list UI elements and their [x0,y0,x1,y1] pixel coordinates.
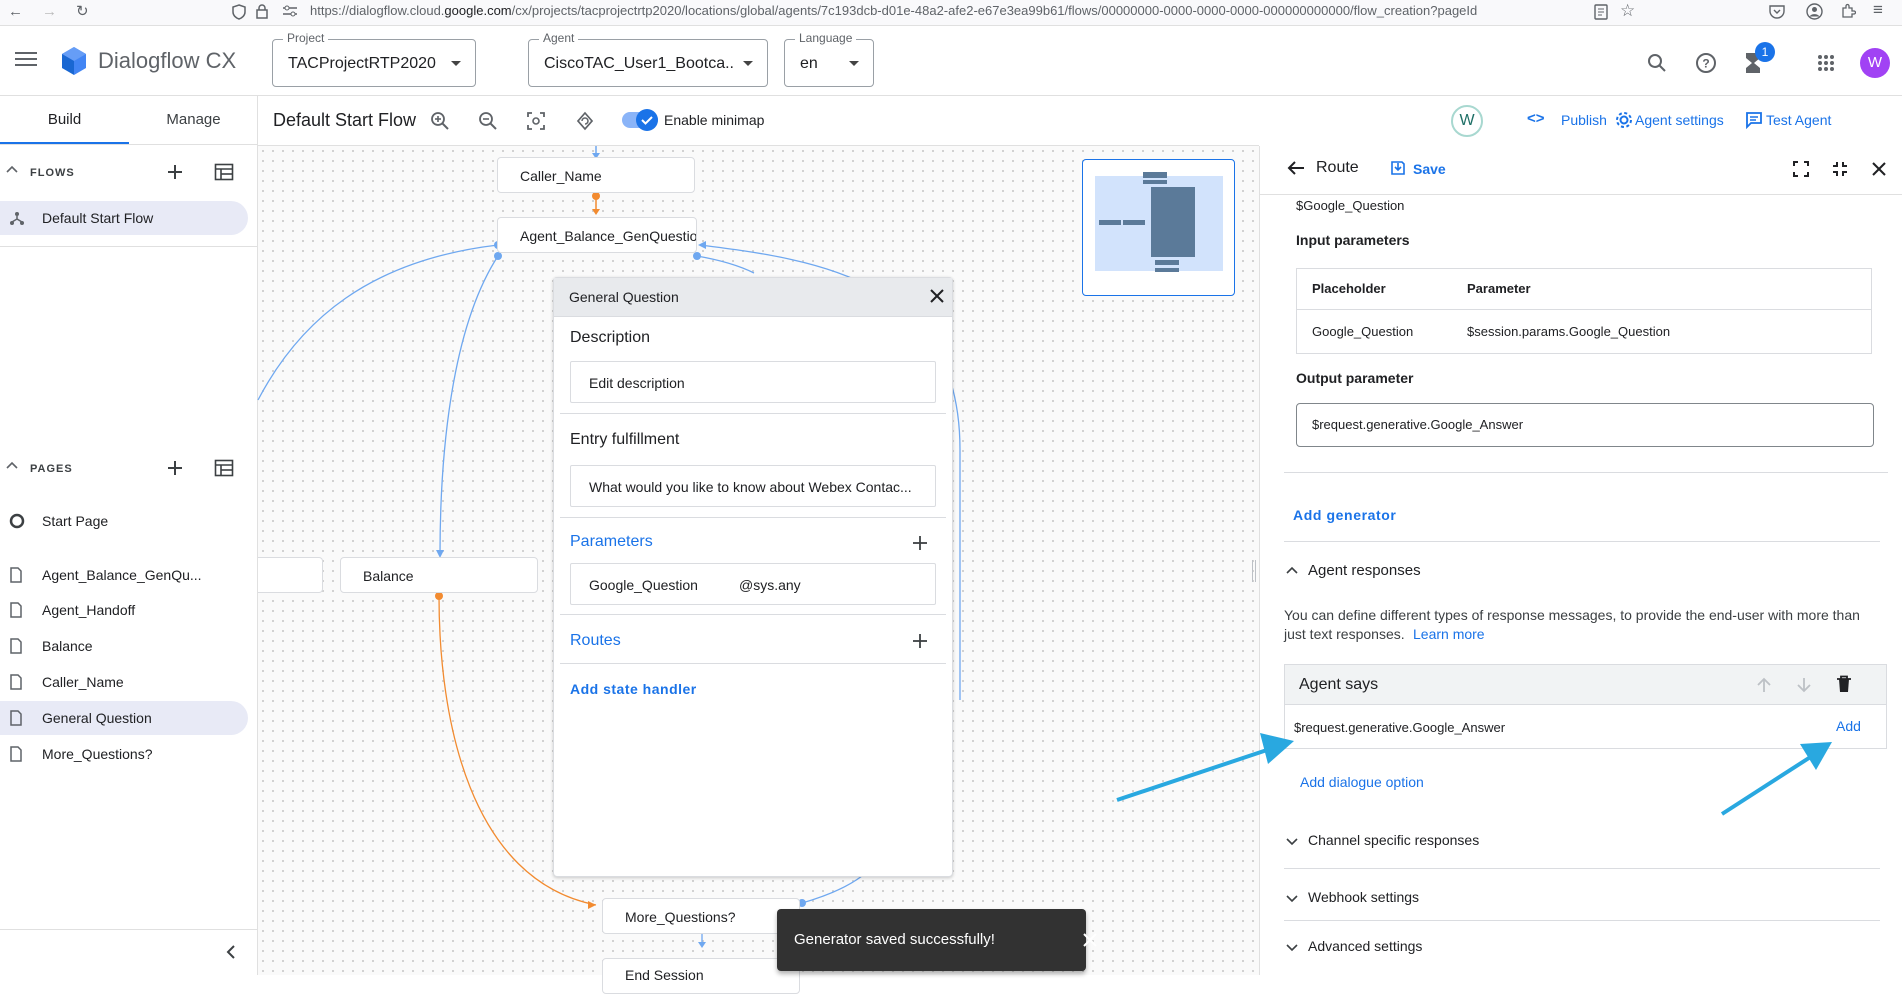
snackbar-close-icon[interactable] [1082,932,1098,948]
annotation-arrow-add [1720,742,1832,816]
annotation-arrow-agent-says [1116,733,1294,802]
snackbar-message: Generator saved successfully! [794,931,995,948]
snackbar: Generator saved successfully! [777,909,1086,971]
annotation-arrows [1116,733,1832,816]
